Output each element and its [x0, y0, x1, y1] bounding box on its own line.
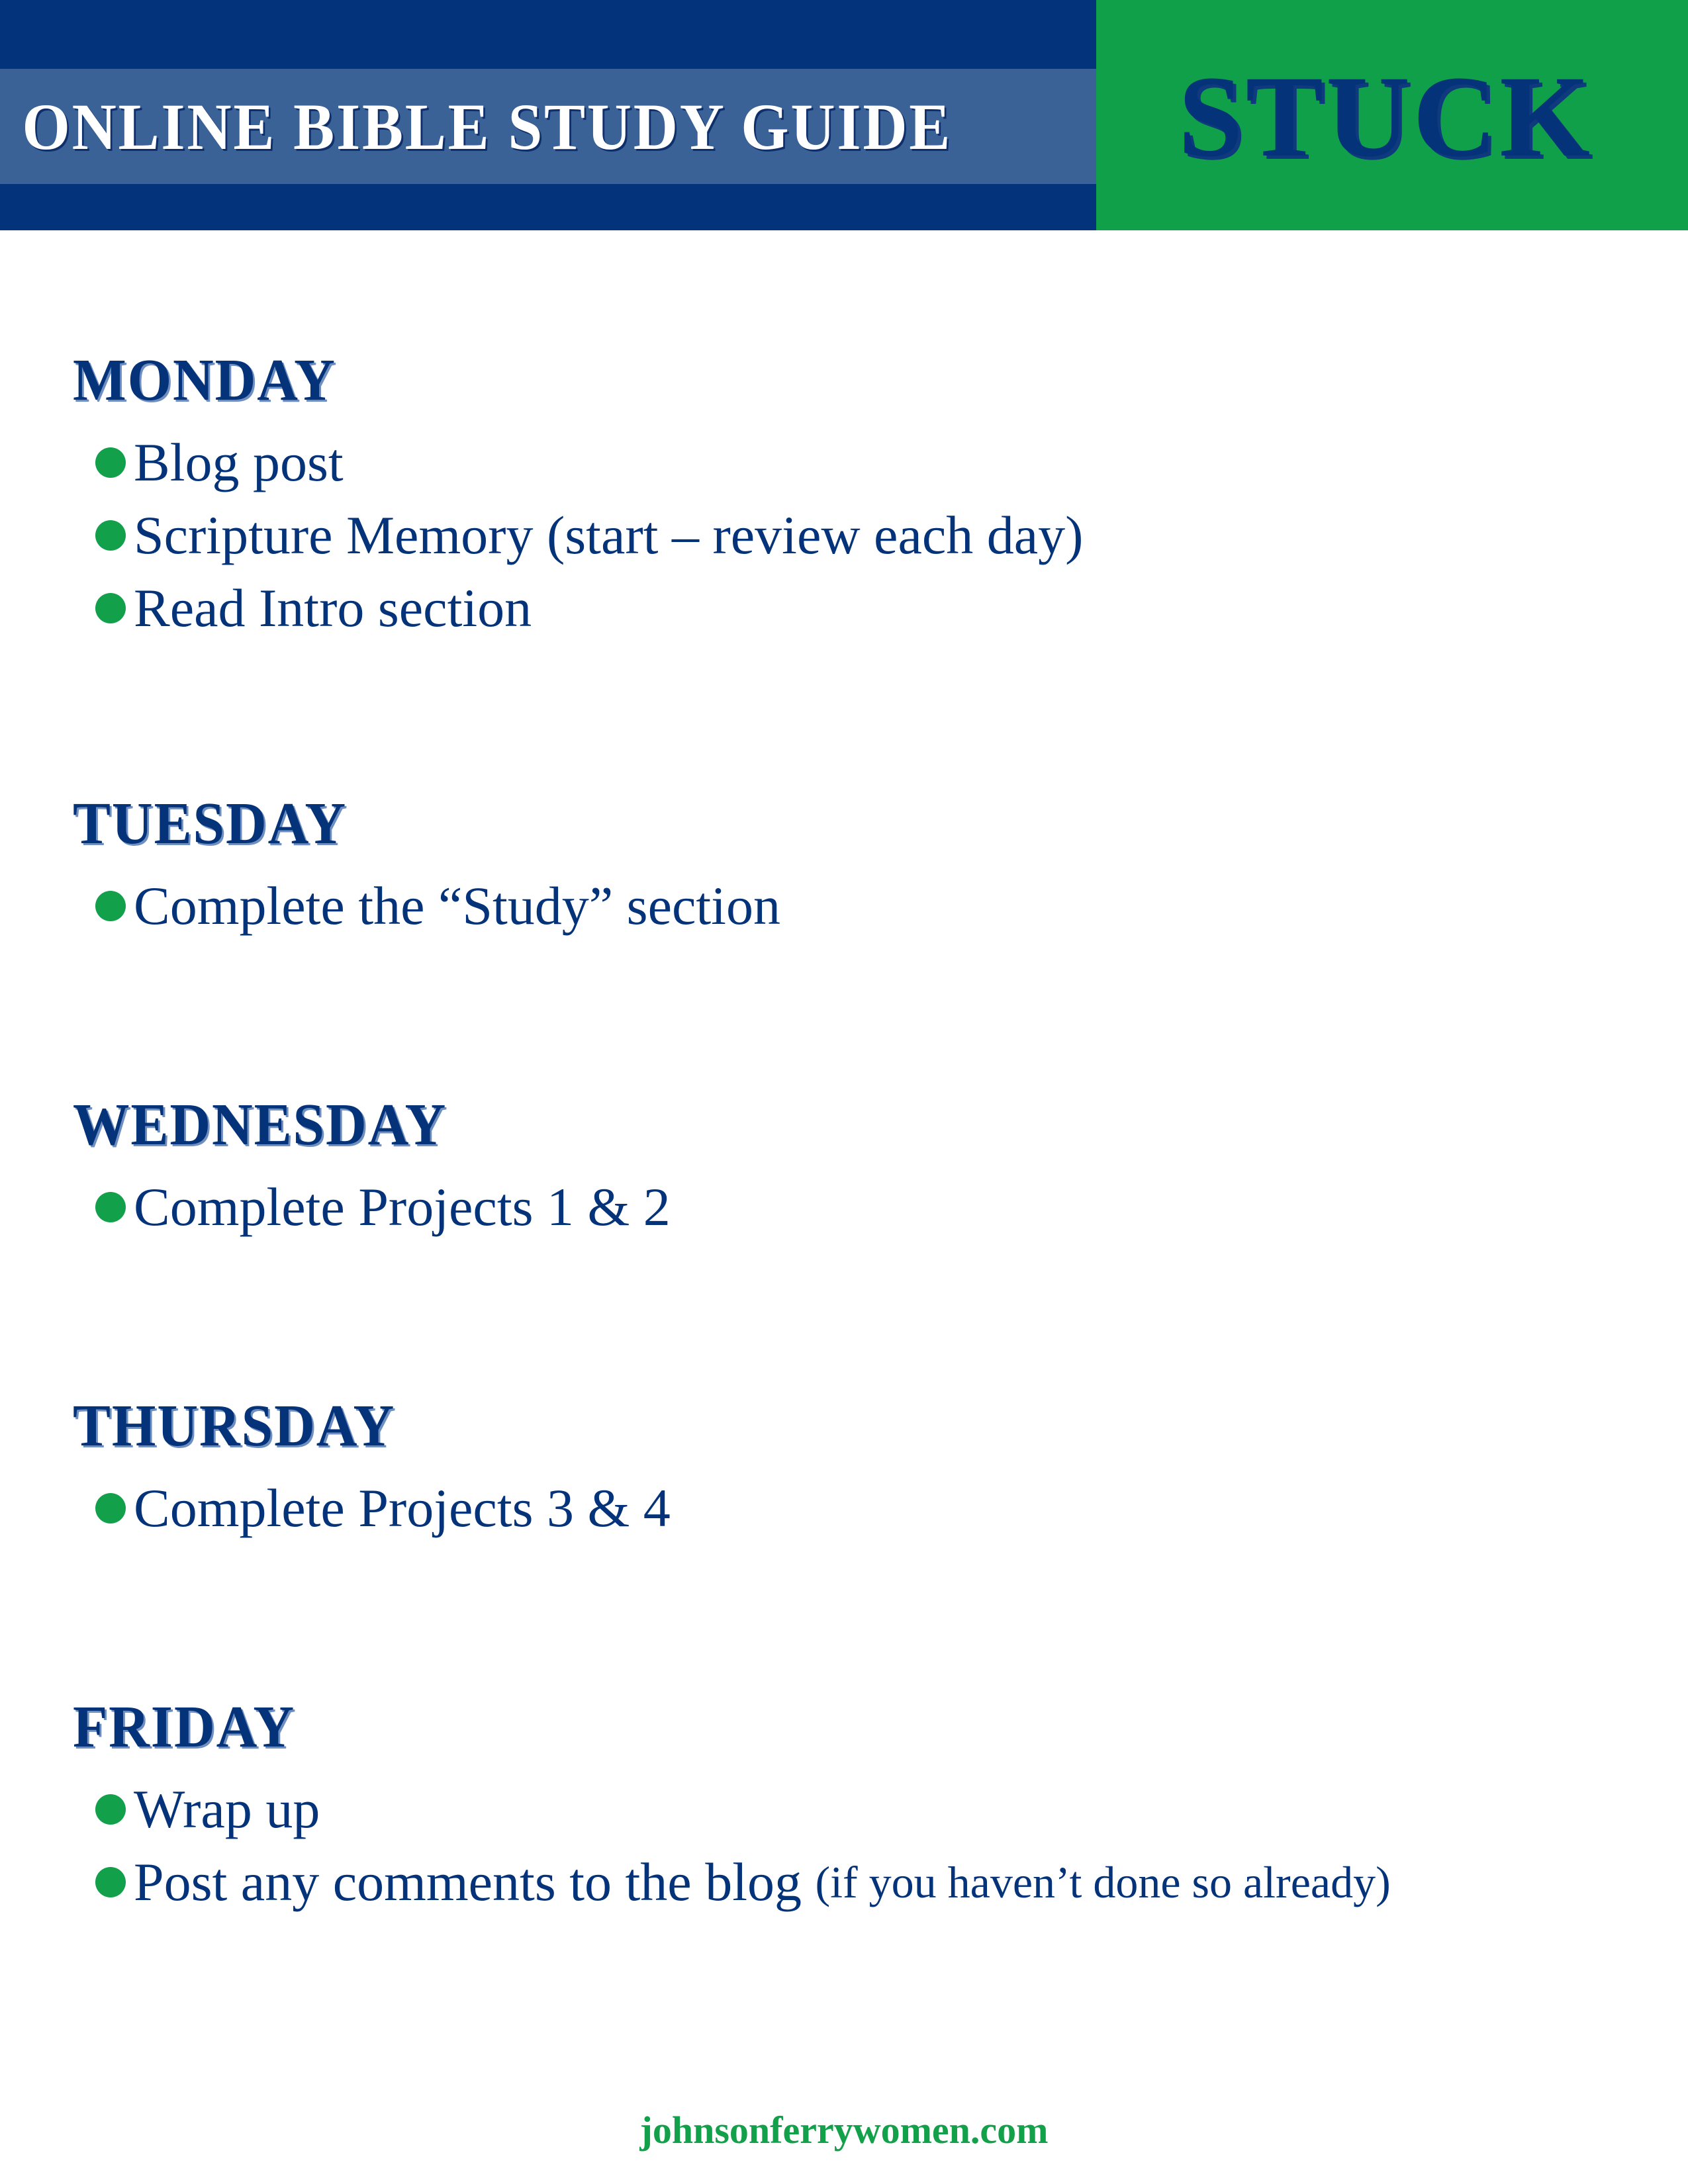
study-name-panel: STUCK — [1096, 0, 1688, 230]
task-text: Scripture Memory (start – review each da… — [134, 505, 1084, 565]
day-section-monday: MONDAY Blog post Scripture Memory (start… — [73, 351, 1083, 645]
day-heading: TUESDAY — [73, 791, 348, 856]
task-list: Complete Projects 1 & 2 — [73, 1171, 671, 1244]
task-text: Blog post — [134, 432, 344, 492]
task-text: Complete Projects 1 & 2 — [134, 1177, 671, 1237]
title-band: ONLINE BIBLE STUDY GUIDE — [0, 69, 1096, 184]
header-banner: ONLINE BIBLE STUDY GUIDE STUCK — [0, 0, 1688, 230]
task-text: Complete the “Study” section — [134, 876, 780, 936]
day-heading: FRIDAY — [73, 1694, 296, 1760]
header-title-panel: ONLINE BIBLE STUDY GUIDE — [0, 0, 1096, 230]
guide-title: ONLINE BIBLE STUDY GUIDE — [22, 89, 953, 163]
task-text: Complete Projects 3 & 4 — [134, 1478, 671, 1538]
task-note: (if you haven’t done so already) — [815, 1856, 1391, 1907]
task-list: Wrap up Post any comments to the blog (i… — [73, 1773, 1391, 1919]
bullet-icon — [95, 1867, 126, 1897]
task-item: Scripture Memory (start – review each da… — [73, 499, 1083, 572]
task-item: Read Intro section — [73, 572, 1083, 645]
day-section-friday: FRIDAY Wrap up Post any comments to the … — [73, 1698, 1391, 1919]
task-item: Complete Projects 1 & 2 — [73, 1171, 671, 1244]
task-item: Wrap up — [73, 1773, 1391, 1846]
task-text: Post any comments to the blog — [134, 1852, 816, 1912]
bullet-icon — [95, 593, 126, 623]
day-section-tuesday: TUESDAY Complete the “Study” section — [73, 794, 780, 942]
task-list: Complete the “Study” section — [73, 870, 780, 942]
task-text: Wrap up — [134, 1779, 320, 1839]
day-heading: THURSDAY — [73, 1393, 396, 1459]
task-item: Complete Projects 3 & 4 — [73, 1472, 671, 1545]
bullet-icon — [95, 520, 126, 551]
website-link[interactable]: johnsonferrywomen.com — [0, 2108, 1688, 2152]
task-item: Post any comments to the blog (if you ha… — [73, 1846, 1391, 1919]
study-name: STUCK — [1178, 52, 1593, 181]
day-heading: WEDNESDAY — [73, 1092, 447, 1158]
task-item: Complete the “Study” section — [73, 870, 780, 942]
bullet-icon — [95, 447, 126, 478]
bullet-icon — [95, 1794, 126, 1825]
task-item: Blog post — [73, 426, 1083, 499]
task-text: Read Intro section — [134, 578, 532, 638]
day-section-thursday: THURSDAY Complete Projects 3 & 4 — [73, 1396, 671, 1545]
task-list: Complete Projects 3 & 4 — [73, 1472, 671, 1545]
task-list: Blog post Scripture Memory (start – revi… — [73, 426, 1083, 645]
bullet-icon — [95, 1192, 126, 1222]
day-section-wednesday: WEDNESDAY Complete Projects 1 & 2 — [73, 1095, 671, 1244]
day-heading: MONDAY — [73, 347, 336, 413]
bullet-icon — [95, 1493, 126, 1524]
bullet-icon — [95, 891, 126, 921]
